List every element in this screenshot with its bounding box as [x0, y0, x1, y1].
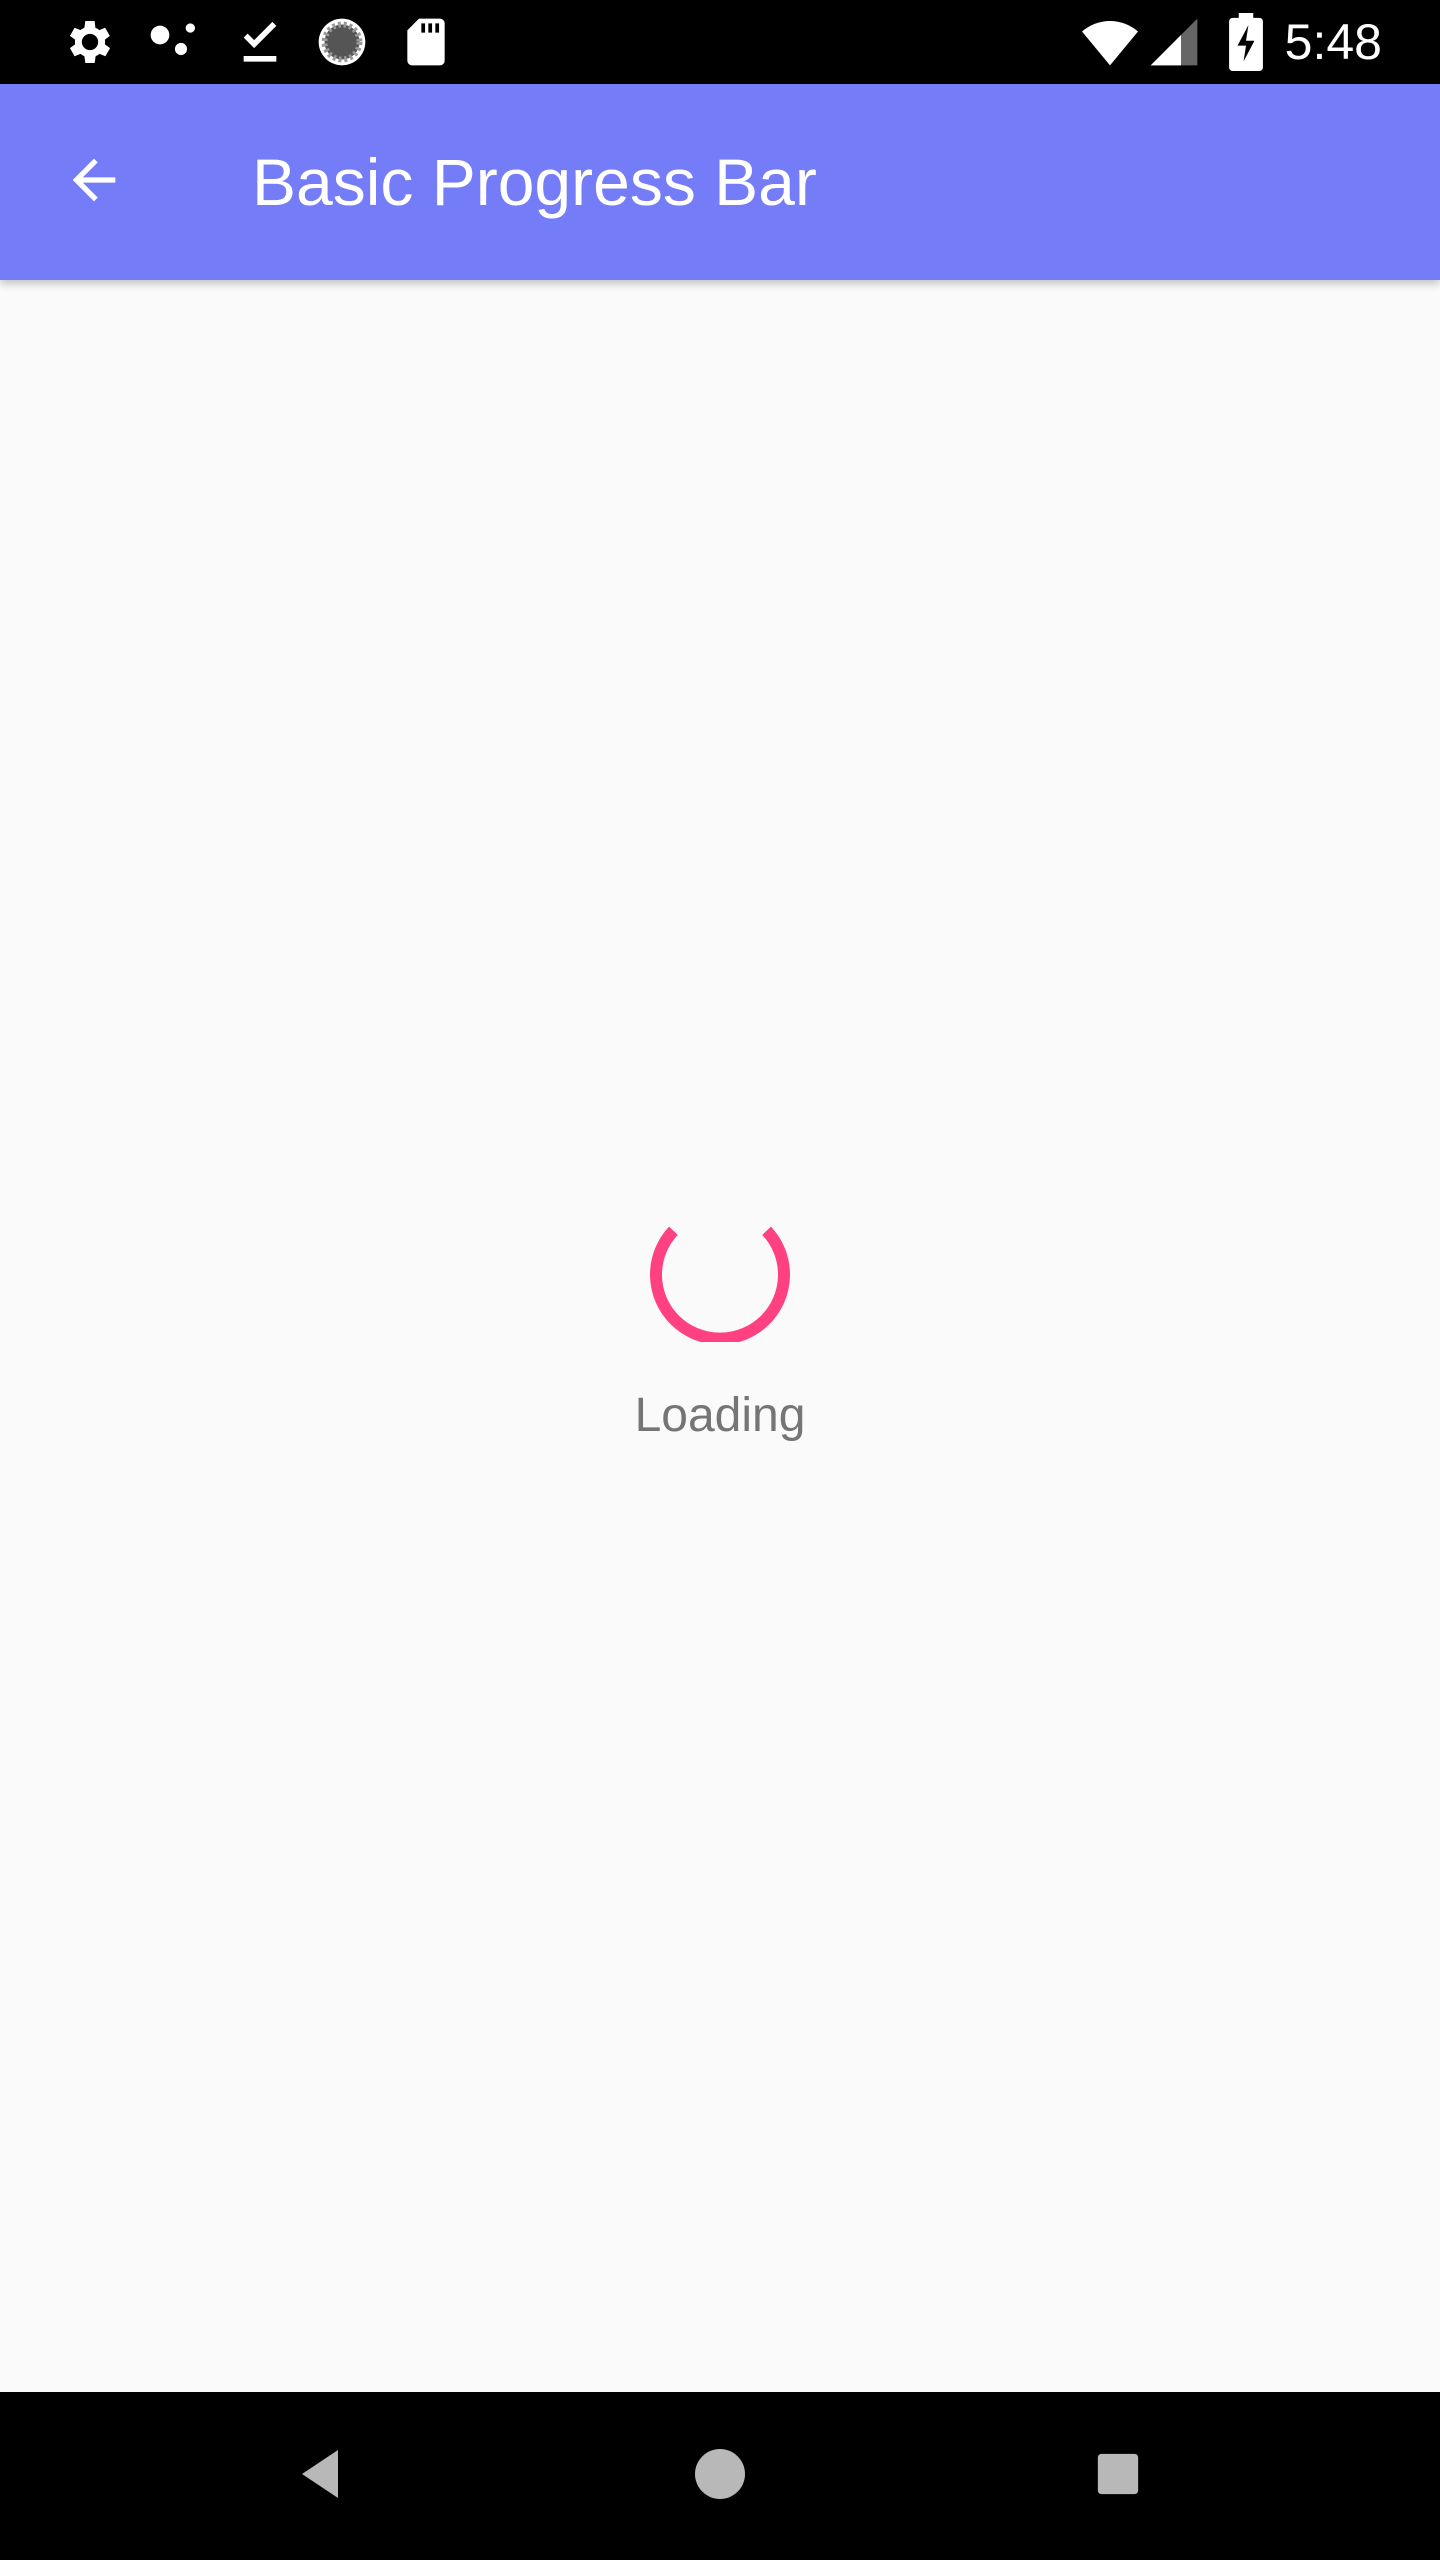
connection-dots-icon [146, 14, 202, 70]
navigation-bar [0, 2392, 1440, 2560]
page-title: Basic Progress Bar [252, 145, 817, 219]
status-time: 5:48 [1284, 14, 1382, 70]
wifi-icon [1082, 14, 1138, 70]
sd-card-icon [398, 14, 454, 70]
status-bar: 5:48 [0, 0, 1440, 84]
content-area: Loading [0, 280, 1440, 2392]
recents-square-icon [1096, 2452, 1140, 2501]
settings-icon [62, 14, 118, 70]
screen: 5:48 Basic Progress Bar Loading [0, 0, 1440, 2560]
app-bar: Basic Progress Bar [0, 84, 1440, 280]
nav-home-button[interactable] [680, 2436, 760, 2516]
arrow-back-icon [62, 148, 126, 217]
nav-recents-button[interactable] [1078, 2436, 1158, 2516]
back-button[interactable] [40, 128, 148, 236]
home-circle-icon [695, 2448, 745, 2504]
sync-circle-icon [314, 14, 370, 70]
loading-label: Loading [634, 1389, 806, 1442]
progress-spinner [650, 1226, 790, 1342]
cell-signal-icon [1146, 14, 1202, 70]
download-done-icon [232, 14, 288, 70]
back-triangle-icon [298, 2448, 346, 2505]
battery-charging-icon [1218, 13, 1274, 71]
nav-back-button[interactable] [282, 2436, 362, 2516]
